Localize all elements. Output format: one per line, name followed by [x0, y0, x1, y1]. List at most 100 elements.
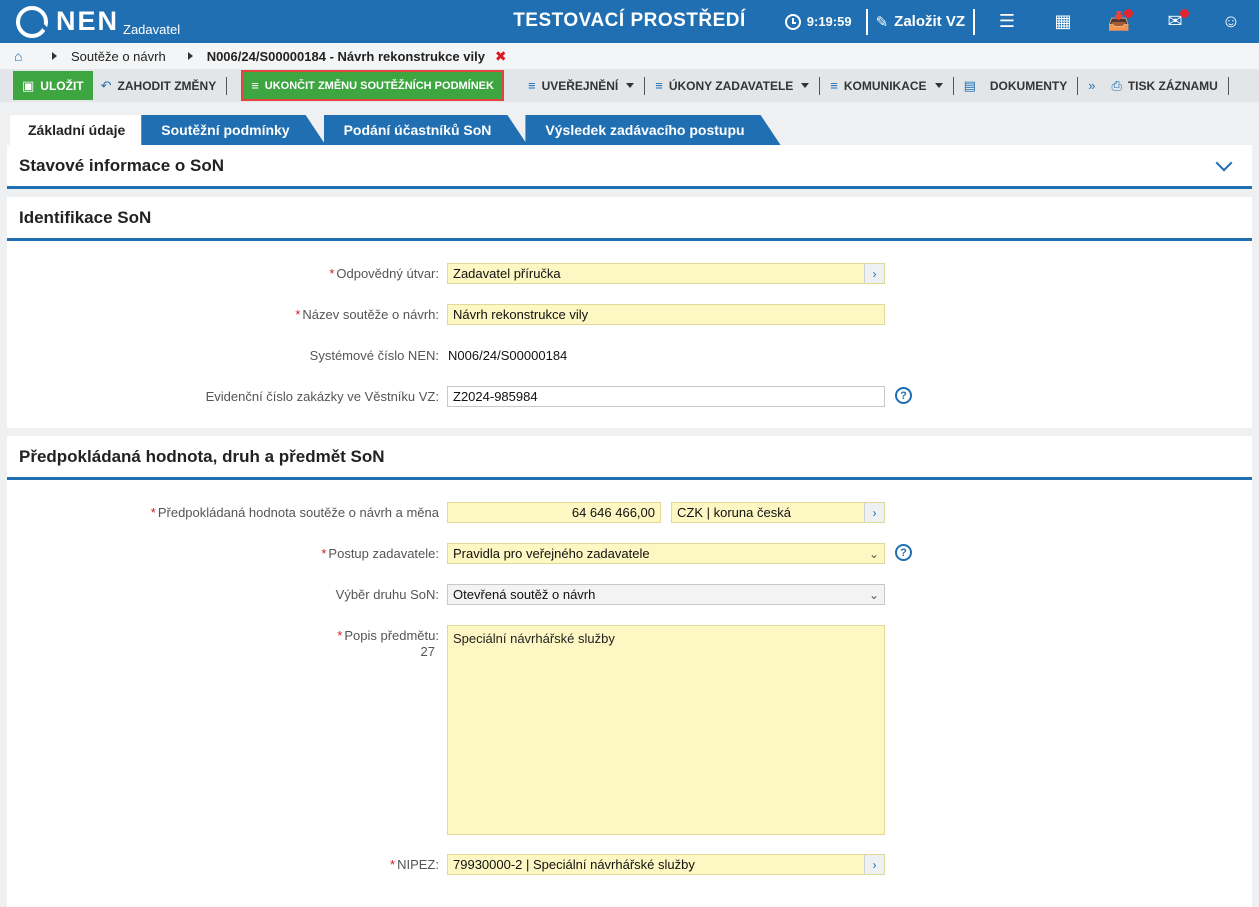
system-number-value: N006/24/S00000184 [448, 348, 568, 363]
create-vz-button[interactable]: ✎ Založit VZ [872, 13, 969, 31]
save-label: ULOŽIT [40, 78, 84, 93]
documents-button[interactable]: ▤ DOKUMENTY [956, 73, 1076, 99]
amount-input[interactable]: 64 646 466,00 [447, 502, 661, 523]
required-marker: * [321, 546, 327, 561]
character-count: 27 [420, 644, 435, 659]
section-title: Identifikace SoN [19, 207, 152, 227]
help-icon[interactable]: ? [895, 544, 912, 561]
evidence-number-row: Evidenční číslo zakázky ve Věstníku VZ: … [7, 386, 1252, 408]
kind-label: Výběr druhu SoN: [335, 587, 439, 602]
procedure-label: * Postup zadavatele: [7, 543, 447, 562]
evidence-number-input[interactable]: Z2024-985984 [447, 386, 885, 407]
evidence-number-value: Z2024-985984 [453, 389, 538, 404]
divider [226, 76, 228, 95]
currency-field[interactable]: CZK | koruna česká › [671, 502, 885, 523]
amount-value: 64 646 466,00 [571, 505, 655, 520]
more-button[interactable]: » [1080, 73, 1103, 99]
documents-label: DOKUMENTY [989, 78, 1068, 93]
identification-section-header: Identifikace SoN [7, 197, 1252, 241]
logo[interactable]: NEN Zadavatel [0, 5, 330, 38]
section-title: Stavové informace o SoN [19, 155, 225, 175]
user-icon[interactable]: ☺ [1203, 0, 1259, 43]
discard-label: ZAHODIT ZMĚNY [117, 78, 217, 93]
list-icon: ≡ [251, 78, 259, 93]
publish-label: UVEŘEJNĚNÍ [541, 78, 619, 93]
help-icon[interactable]: ? [895, 387, 912, 404]
chevron-down-icon[interactable] [1215, 154, 1233, 171]
end-change-button[interactable]: ≡ UKONČIT ZMĚNU SOUTĚŽNÍCH PODMÍNEK [241, 70, 504, 101]
tab-submissions[interactable]: Podání účastníků SoN [324, 115, 528, 145]
caret-down-icon [626, 83, 635, 88]
unit-field[interactable]: Zadavatel příručka › [447, 263, 885, 284]
double-chevron-right-icon: » [1088, 78, 1096, 93]
top-header: NEN Zadavatel TESTOVACÍ PROSTŘEDÍ 9:19:5… [0, 0, 1259, 43]
procedure-select[interactable]: Pravidla pro veřejného zadavatele ⌄ [447, 543, 885, 564]
amount-label-text: Předpokládaná hodnota soutěže o návrh a … [157, 505, 439, 520]
amount-row: * Předpokládaná hodnota soutěže o návrh a… [7, 502, 1252, 524]
tab-result[interactable]: Výsledek zadávacího postupu [525, 115, 780, 145]
session-timer: 9:19:59 [784, 13, 862, 30]
save-button[interactable]: ▣ ULOŽIT [13, 71, 93, 100]
edit-icon: ✎ [875, 13, 889, 31]
description-textarea[interactable]: Speciální návrhářské služby [447, 625, 885, 835]
home-icon[interactable]: ⌂ [14, 48, 30, 64]
document-icon: ▤ [963, 77, 976, 93]
status-section-header[interactable]: Stavové informace o SoN [7, 145, 1252, 189]
procedure-value: Pravidla pro veřejného zadavatele [453, 546, 650, 561]
communication-menu[interactable]: ≡ KOMUNIKACE [822, 73, 950, 99]
required-marker: * [337, 628, 343, 643]
unit-value: Zadavatel příručka [453, 266, 561, 281]
chevron-down-icon[interactable]: ⌄ [864, 585, 884, 604]
identification-section: Identifikace SoN * Odpovědný útvar: Zadav… [7, 197, 1252, 428]
menu-icon[interactable]: ☰ [979, 0, 1035, 43]
printer-icon: ⎙ [1111, 77, 1122, 93]
notification-dot [1180, 9, 1189, 18]
notification-dot [1124, 9, 1133, 18]
kind-row: Výběr druhu SoN: Otevřená soutěž o návrh… [7, 584, 1252, 606]
procedure-label-text: Postup zadavatele: [328, 546, 439, 561]
chevron-right-icon[interactable]: › [864, 264, 884, 283]
list-icon: ≡ [655, 78, 663, 93]
discard-changes-button[interactable]: ↶ ZAHODIT ZMĚNY [93, 73, 225, 99]
chevron-down-icon[interactable]: ⌄ [864, 544, 884, 563]
divider [973, 8, 975, 35]
calculator-icon[interactable]: ▦ [1035, 0, 1091, 43]
print-button[interactable]: ⎙ TISK ZÁZNAMU [1103, 73, 1225, 99]
nipez-value: 79930000-2 | Speciální návrhářské služby [453, 857, 695, 872]
mail-icon[interactable]: ✉ [1147, 0, 1203, 43]
breadcrumb-current: N006/24/S00000184 - Návrh rekonstrukce v… [206, 48, 485, 64]
divider [1077, 76, 1079, 95]
close-icon[interactable]: ✖ [495, 48, 507, 65]
evidence-number-label: Evidenční číslo zakázky ve Věstníku VZ: [205, 389, 439, 404]
competition-name-value: Návrh rekonstrukce vily [453, 307, 589, 322]
competition-name-input[interactable]: Návrh rekonstrukce vily [447, 304, 885, 325]
chevron-right-icon[interactable]: › [864, 855, 884, 874]
chevron-right-icon[interactable]: › [864, 503, 884, 522]
publish-menu[interactable]: ≡ UVEŘEJNĚNÍ [520, 73, 642, 99]
nipez-label: * NIPEZ: [7, 854, 447, 873]
unit-label-text: Odpovědný útvar: [336, 266, 439, 281]
breadcrumb-item[interactable]: Soutěže o návrh [71, 49, 166, 64]
divider [865, 8, 868, 35]
nipez-field[interactable]: 79930000-2 | Speciální návrhářské služby… [447, 854, 885, 875]
required-marker: * [295, 307, 301, 322]
clock-icon [784, 13, 801, 30]
tab-competition-conditions[interactable]: Soutěžní podmínky [141, 115, 325, 145]
list-icon: ≡ [527, 78, 536, 93]
inbox-icon[interactable]: 📥 [1091, 0, 1147, 43]
section-title: Předpokládaná hodnota, druh a předmět So… [19, 446, 385, 466]
tab-bar: Základní údaje Soutěžní podmínky Podání … [0, 102, 1259, 145]
caret-down-icon [801, 83, 810, 88]
currency-value: CZK | koruna česká [677, 505, 791, 520]
nipez-label-text: NIPEZ: [397, 857, 439, 872]
divider [644, 76, 646, 95]
toolbar: ▣ ULOŽIT ↶ ZAHODIT ZMĚNY ≡ UKONČIT ZMĚNU… [0, 69, 1259, 102]
actions-menu[interactable]: ≡ ÚKONY ZADAVATELE [647, 73, 817, 99]
system-number-row: Systémové číslo NEN: N006/24/S00000184 [7, 345, 1252, 367]
kind-select[interactable]: Otevřená soutěž o návrh ⌄ [447, 584, 885, 605]
tab-basic-info[interactable]: Základní údaje [10, 115, 144, 145]
kind-value: Otevřená soutěž o návrh [453, 587, 596, 602]
breadcrumb: ⌂ Soutěže o návrh N006/24/S00000184 - Ná… [0, 43, 1259, 69]
nen-logo-icon [16, 5, 48, 38]
session-time: 9:19:59 [806, 14, 852, 29]
